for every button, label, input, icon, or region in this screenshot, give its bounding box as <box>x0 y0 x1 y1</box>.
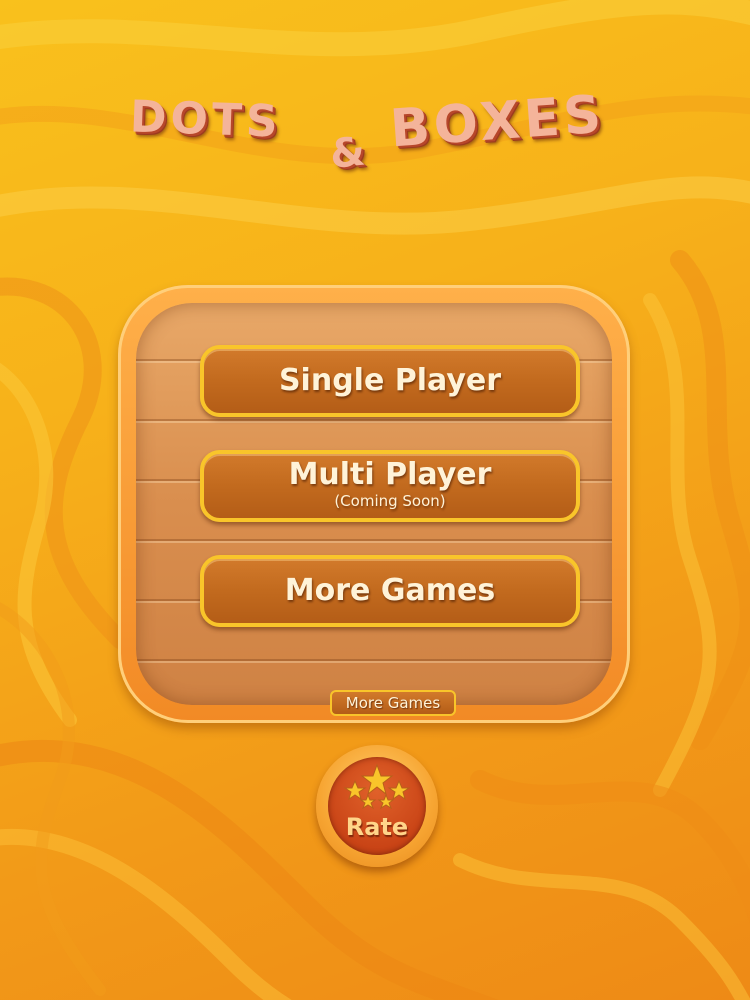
menu-panel-wood-board: Single Player Multi Player (Coming Soon)… <box>136 303 612 716</box>
title-ampersand: & <box>327 128 372 178</box>
more-games-label: More Games <box>284 573 496 608</box>
main-menu-panel: Single Player Multi Player (Coming Soon)… <box>118 285 630 723</box>
single-player-button[interactable]: Single Player <box>200 345 580 417</box>
rate-button-badge: Rate <box>328 757 426 855</box>
title-word-dots: DOTS <box>129 91 283 148</box>
more-games-small-button[interactable]: More Games <box>330 690 456 716</box>
coming-soon-note: (Coming Soon) <box>334 492 446 510</box>
multi-player-label: Multi Player <box>288 457 492 492</box>
rate-button[interactable]: Rate <box>316 745 438 867</box>
game-title-logo: DOTS & BOXES <box>120 80 640 190</box>
title-word-boxes: BOXES <box>388 84 607 160</box>
rate-label: Rate <box>345 813 409 841</box>
more-games-button[interactable]: More Games <box>200 555 580 627</box>
single-player-label: Single Player <box>278 363 502 398</box>
multi-player-button[interactable]: Multi Player (Coming Soon) <box>200 450 580 522</box>
